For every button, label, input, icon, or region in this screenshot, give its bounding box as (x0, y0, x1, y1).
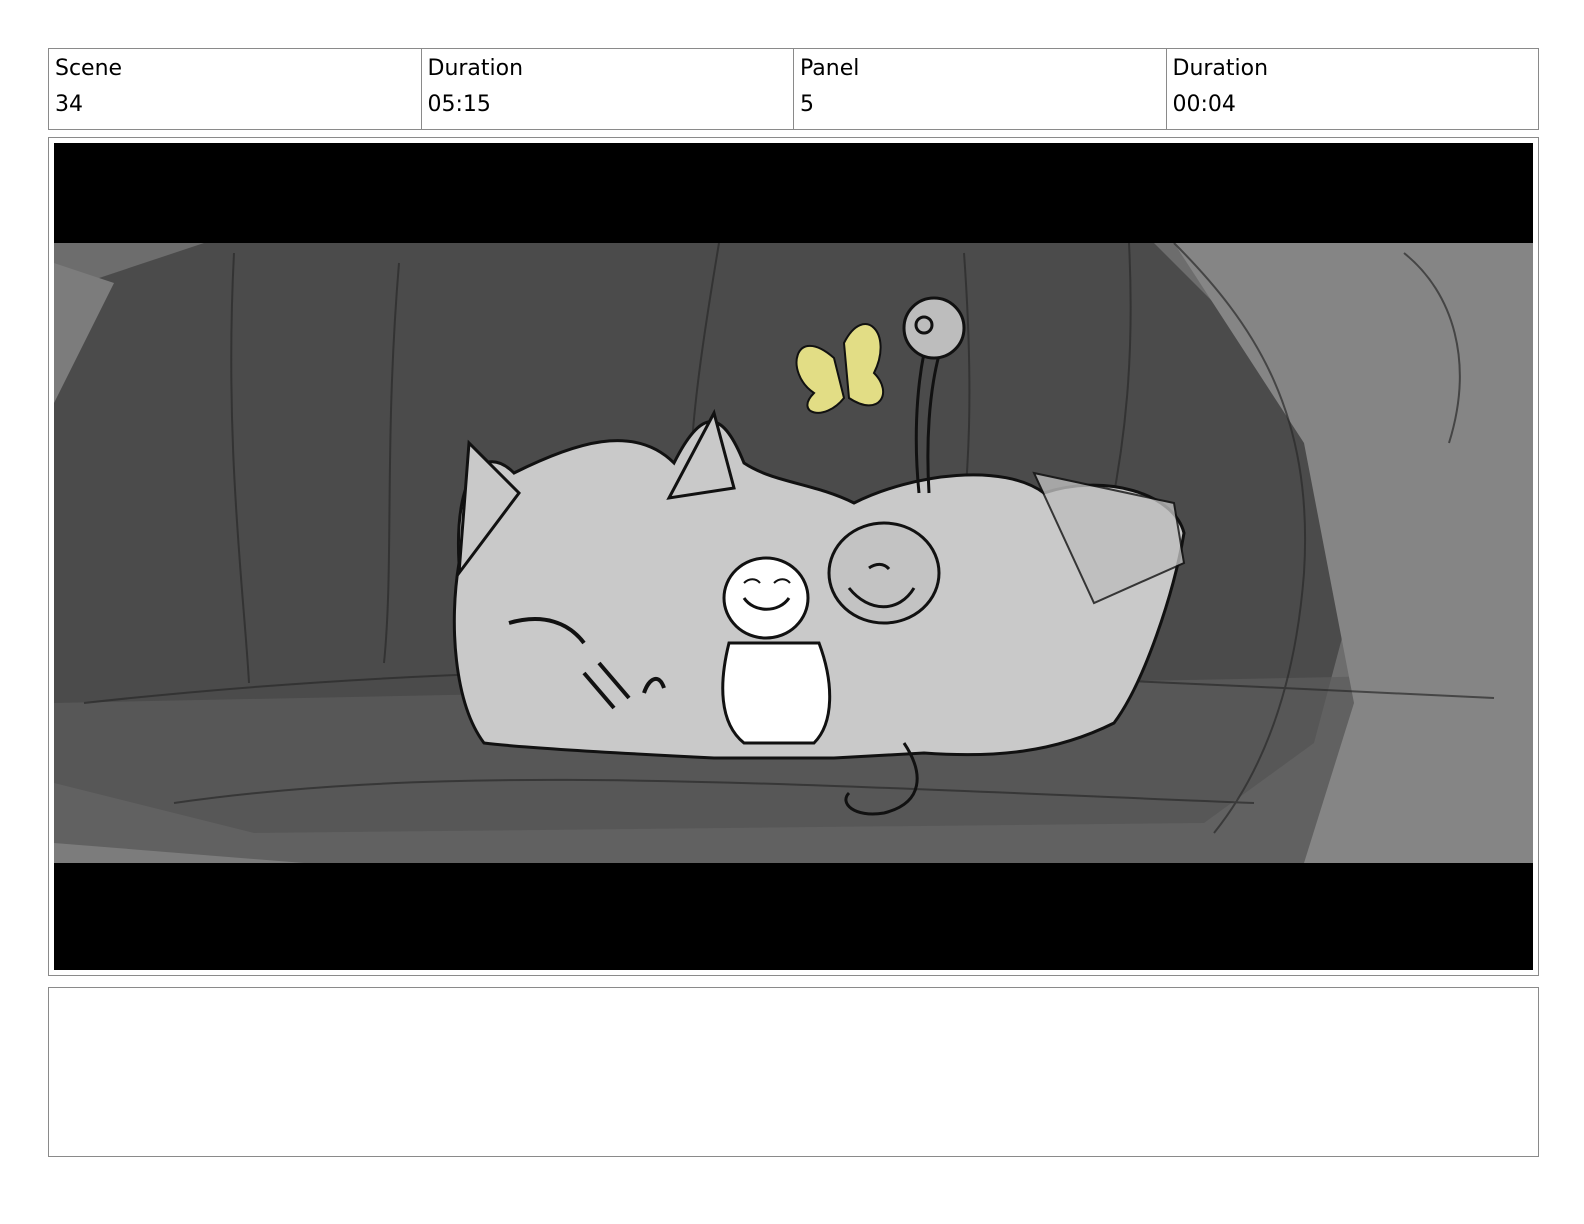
scene-number: 34 (55, 92, 83, 117)
panel-duration-label: Duration (1172, 56, 1269, 81)
panel-number: 5 (800, 92, 814, 117)
storyboard-sketch (54, 143, 1533, 970)
panel-duration-cell: Duration 00:04 (1167, 49, 1539, 129)
scene-cell: Scene 34 (49, 49, 422, 129)
letterbox-top (54, 143, 1533, 243)
letterbox-bottom (54, 863, 1533, 970)
storyboard-frame (48, 137, 1539, 976)
scene-duration-label: Duration (427, 56, 524, 81)
action-notes-box[interactable] (48, 987, 1539, 1157)
panel-info-header: Scene 34 Duration 05:15 Panel 5 Duration… (48, 48, 1539, 130)
scene-duration-value: 05:15 (427, 92, 491, 117)
scene-duration-cell: Duration 05:15 (422, 49, 794, 129)
scene-label: Scene (55, 56, 123, 81)
panel-label: Panel (800, 56, 860, 81)
panel-duration-value: 00:04 (1172, 92, 1236, 117)
panel-cell: Panel 5 (794, 49, 1167, 129)
